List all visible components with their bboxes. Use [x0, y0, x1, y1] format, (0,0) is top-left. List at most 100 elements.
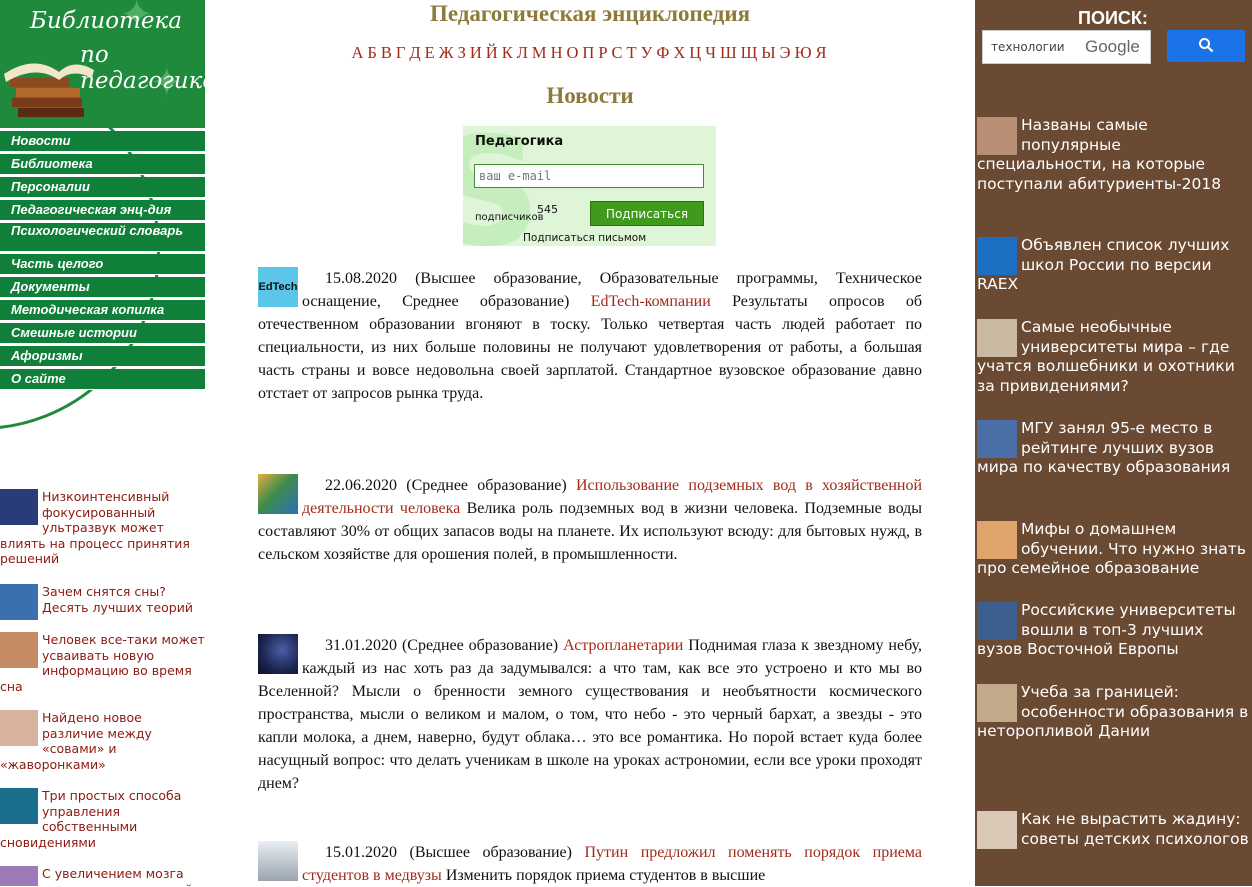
article-body: Изменить порядок приема студентов в высш…	[445, 867, 766, 884]
right-news-item[interactable]: Как не вырастить жадину: советы детских …	[977, 810, 1249, 849]
search-icon	[1199, 37, 1214, 52]
right-news-item[interactable]: Самые необычные университеты мира – где …	[977, 318, 1249, 396]
alphabet-letter[interactable]: Ю	[795, 43, 814, 62]
search-input[interactable]: технологии Google	[982, 30, 1151, 64]
search-label: ПОИСК:	[1078, 8, 1148, 28]
alphabet-index: АБВГДЕЖЗИЙКЛМНОПРСТУФХЦЧШЩЫЭЮЯ	[258, 43, 922, 63]
alphabet-letter[interactable]: Я	[816, 43, 829, 62]
alphabet-letter[interactable]: Р	[598, 43, 609, 62]
left-news-item[interactable]: Человек все-таки может усваивать новую и…	[0, 632, 205, 710]
subscribe-button[interactable]: Подписаться	[590, 201, 704, 226]
article-body: Поднимая глаза к звездному небу, каждый …	[258, 637, 923, 792]
nav-item-library[interactable]: Библиотека	[0, 154, 205, 175]
subscribe-widget: S Педагогика 545 подписчиков Подписаться…	[463, 126, 716, 246]
right-sidebar: ПОИСК: технологии Google Названы самые п…	[975, 0, 1252, 886]
news-thumbnail	[977, 811, 1017, 849]
google-logo: Google	[1085, 37, 1140, 56]
news-thumbnail	[977, 420, 1017, 458]
nav-item-about[interactable]: О сайте	[0, 369, 205, 390]
alphabet-letter[interactable]: Б	[367, 43, 378, 62]
left-news-item[interactable]: С увеличением мозга растет относительный	[0, 866, 205, 886]
main-navigation: Новости Библиотека Персоналии Педагогиче…	[0, 131, 205, 392]
right-news-item[interactable]: Объявлен список лучших школ России по ве…	[977, 236, 1249, 295]
right-news-item[interactable]: Учеба за границей: особенности образован…	[977, 683, 1249, 742]
books-icon	[4, 63, 94, 117]
alphabet-letter[interactable]: Л	[517, 43, 530, 62]
alphabet-letter[interactable]: Й	[486, 43, 500, 62]
left-news-item[interactable]: Низкоинтенсивный фокусированный ультразв…	[0, 489, 205, 584]
nav-item-method-collection[interactable]: Методическая копилка	[0, 300, 205, 321]
news-thumbnail	[977, 521, 1017, 559]
right-news-item[interactable]: Российские университеты вошли в топ-3 лу…	[977, 601, 1249, 660]
left-news-item[interactable]: Найдено новое различие между «совами» и …	[0, 710, 205, 788]
right-news-item[interactable]: МГУ занял 95-е место в рейтинге лучших в…	[977, 419, 1249, 478]
nav-item-aphorisms[interactable]: Афоризмы	[0, 346, 205, 367]
left-news-list: Низкоинтенсивный фокусированный ультразв…	[0, 489, 205, 886]
subscribe-by-letter-link[interactable]: Подписаться письмом	[523, 232, 646, 244]
alphabet-letter[interactable]: П	[582, 43, 596, 62]
right-news-link[interactable]: Как не вырастить жадину: советы детских …	[1021, 810, 1249, 848]
alphabet-letter[interactable]: Н	[551, 43, 565, 62]
news-article: 22.06.2020 (Среднее образование) Использ…	[258, 474, 922, 566]
article-date: 22.06.2020	[325, 477, 397, 494]
alphabet-letter[interactable]: Т	[627, 43, 639, 62]
nav-item-persons[interactable]: Персоналии	[0, 177, 205, 198]
article-thumbnail[interactable]	[258, 634, 298, 674]
alphabet-letter[interactable]: О	[567, 43, 581, 62]
article-thumbnail[interactable]	[258, 841, 298, 881]
alphabet-letter[interactable]: Ш	[720, 43, 739, 62]
right-news-link[interactable]: Мифы о домашнем обучении. Что нужно знат…	[977, 520, 1246, 577]
nav-item-part-of-whole[interactable]: Часть целого	[0, 254, 205, 275]
left-news-item[interactable]: Зачем снятся сны? Десять лучших теорий	[0, 584, 205, 632]
news-thumbnail	[0, 710, 38, 746]
article-date: 15.01.2020	[325, 844, 397, 861]
alphabet-letter[interactable]: Ф	[656, 43, 671, 62]
nav-item-funny-stories[interactable]: Смешные истории	[0, 323, 205, 344]
right-news-item[interactable]: Названы самые популярные специальности, …	[977, 116, 1249, 194]
news-article: 31.01.2020 (Среднее образование) Астропл…	[258, 634, 922, 795]
right-news-link[interactable]: Учеба за границей: особенности образован…	[977, 683, 1248, 740]
logo-text-line1: Библиотека	[30, 8, 182, 34]
main-content: Педагогическая энциклопедия АБВГДЕЖЗИЙКЛ…	[258, 0, 922, 884]
site-logo[interactable]: ✦ ✦ Библиотека по педагогике	[0, 0, 205, 128]
article-tags: (Среднее образование)	[401, 637, 559, 654]
alphabet-letter[interactable]: У	[641, 43, 655, 62]
alphabet-letter[interactable]: Э	[780, 43, 793, 62]
alphabet-letter[interactable]: А	[351, 43, 365, 62]
news-article: EdTech 15.08.2020 (Высшее образование, О…	[258, 267, 922, 405]
subscriber-count-label: подписчиков	[475, 212, 544, 223]
alphabet-letter[interactable]: Г	[396, 43, 408, 62]
article-title-link[interactable]: Астропланетарии	[563, 637, 683, 654]
nav-item-psych-dictionary[interactable]: Психологический словарь	[0, 223, 205, 252]
article-thumbnail[interactable]: EdTech	[258, 267, 298, 307]
article-tags: (Среднее образование)	[406, 477, 567, 494]
alphabet-letter[interactable]: К	[502, 43, 515, 62]
alphabet-letter[interactable]: В	[381, 43, 394, 62]
section-title: Новости	[546, 83, 634, 108]
search-button[interactable]	[1167, 30, 1245, 62]
nav-item-news[interactable]: Новости	[0, 131, 205, 152]
alphabet-letter[interactable]: Ж	[439, 43, 456, 62]
search-input-value: технологии	[991, 40, 1065, 54]
alphabet-letter[interactable]: Ы	[761, 43, 777, 62]
alphabet-letter[interactable]: Ц	[689, 43, 703, 62]
right-news-item[interactable]: Мифы о домашнем обучении. Что нужно знат…	[977, 520, 1249, 579]
alphabet-letter[interactable]: Д	[409, 43, 422, 62]
alphabet-letter[interactable]: М	[532, 43, 549, 62]
article-tags: (Высшее образование)	[409, 844, 572, 861]
alphabet-letter[interactable]: И	[470, 43, 484, 62]
left-news-item[interactable]: Три простых способа управления собственн…	[0, 788, 205, 866]
alphabet-letter[interactable]: С	[612, 43, 625, 62]
email-input[interactable]	[474, 164, 704, 188]
alphabet-letter[interactable]: З	[458, 43, 468, 62]
article-title-link[interactable]: EdTech-компании	[591, 293, 711, 310]
alphabet-letter[interactable]: Е	[425, 43, 437, 62]
logo-text-line2: по педагогике	[80, 42, 205, 94]
alphabet-letter[interactable]: Ч	[705, 43, 718, 62]
alphabet-letter[interactable]: Х	[673, 43, 687, 62]
article-thumbnail[interactable]	[258, 474, 298, 514]
alphabet-letter[interactable]: Щ	[741, 43, 760, 62]
news-thumbnail	[0, 584, 38, 620]
nav-item-encyclopedia[interactable]: Педагогическая энц-дия	[0, 200, 205, 221]
nav-item-documents[interactable]: Документы	[0, 277, 205, 298]
